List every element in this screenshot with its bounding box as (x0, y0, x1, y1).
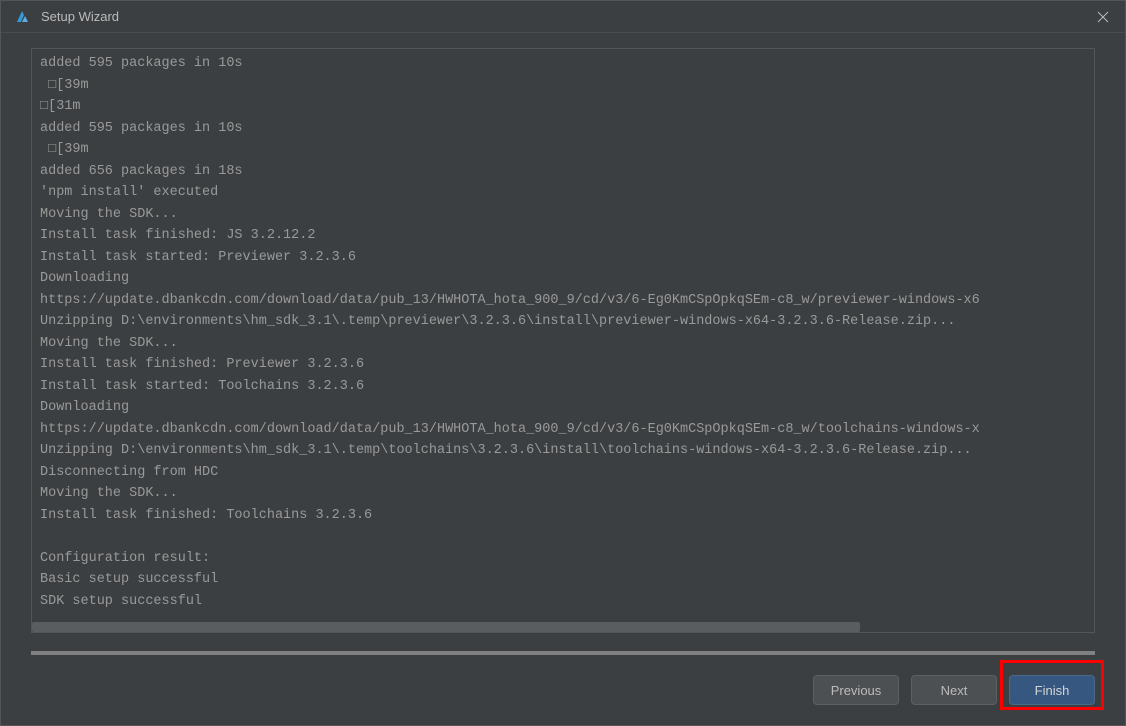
horizontal-scrollbar[interactable] (32, 622, 1094, 632)
window-title: Setup Wizard (41, 9, 1093, 24)
previous-button[interactable]: Previous (813, 675, 899, 705)
title-bar: Setup Wizard (1, 1, 1125, 33)
finish-button[interactable]: Finish (1009, 675, 1095, 705)
next-button[interactable]: Next (911, 675, 997, 705)
log-text: added 595 packages in 10s □[39m □[31m ad… (32, 49, 1094, 616)
close-icon[interactable] (1093, 7, 1113, 27)
log-output[interactable]: added 595 packages in 10s □[39m □[31m ad… (31, 48, 1095, 633)
content-area: added 595 packages in 10s □[39m □[31m ad… (1, 33, 1125, 655)
app-logo-icon (13, 8, 31, 26)
setup-wizard-window: Setup Wizard added 595 packages in 10s □… (0, 0, 1126, 726)
button-bar: Previous Next Finish (1, 655, 1125, 725)
horizontal-scrollbar-thumb[interactable] (32, 622, 860, 632)
